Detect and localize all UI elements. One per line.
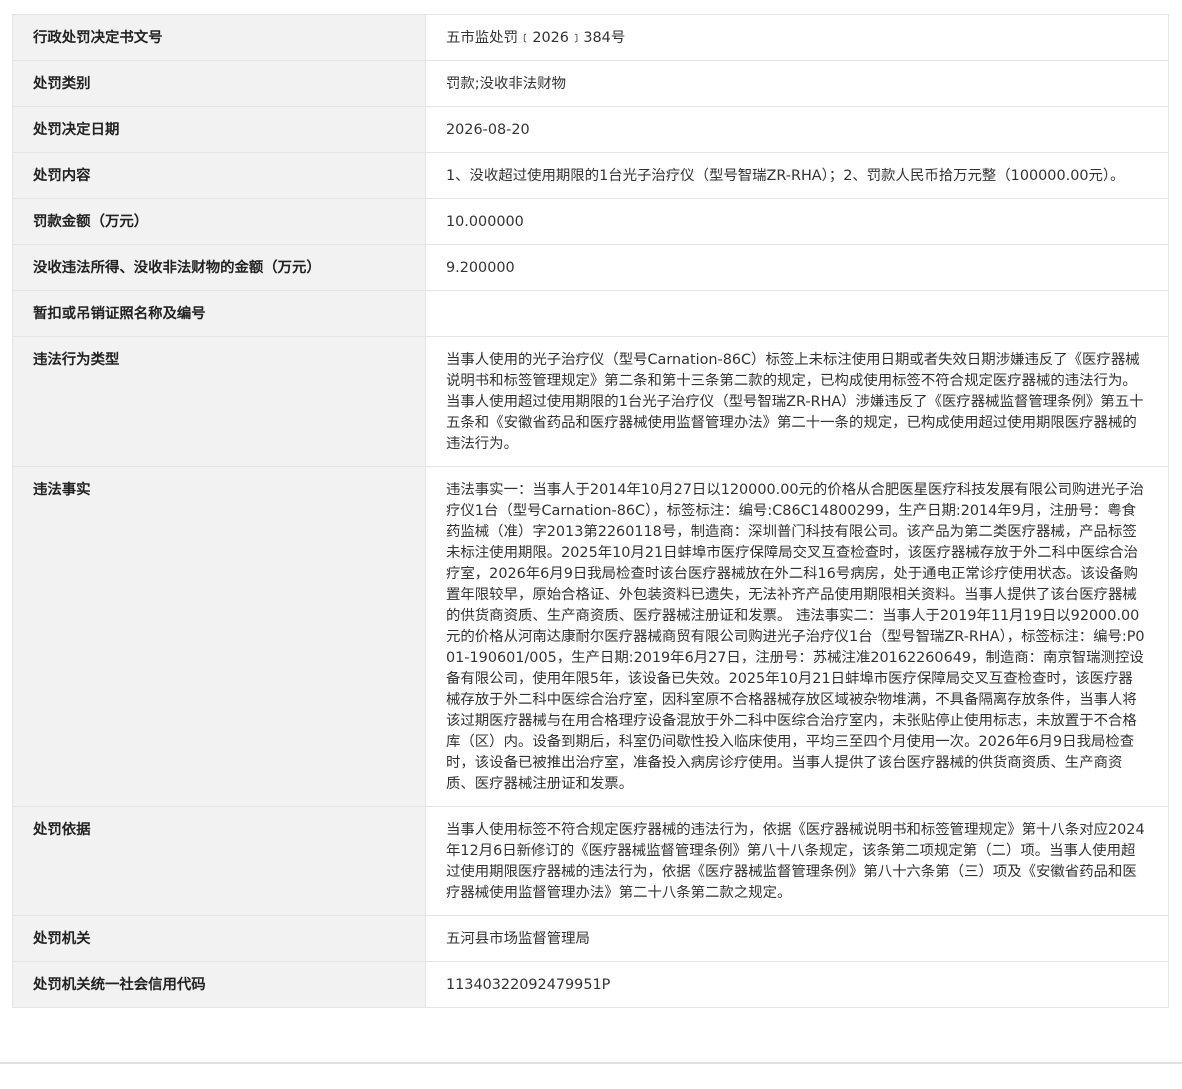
value-decision-number: 五市监处罚﹝2026﹞384号 bbox=[425, 14, 1169, 61]
value-authority-credit-code: 11340322092479951P bbox=[425, 961, 1169, 1008]
row-decision-date: 处罚决定日期 2026-08-20 bbox=[12, 106, 1169, 153]
label-fine-amount: 罚款金额（万元） bbox=[12, 198, 426, 245]
value-violation-facts: 违法事实一：当事人于2014年10月27日以120000.00元的价格从合肥医星… bbox=[425, 466, 1169, 807]
label-violation-type: 违法行为类型 bbox=[12, 336, 426, 467]
label-decision-date: 处罚决定日期 bbox=[12, 106, 426, 153]
row-penalty-content: 处罚内容 1、没收超过使用期限的1台光子治疗仪（型号智瑞ZR-RHA）；2、罚款… bbox=[12, 152, 1169, 199]
value-violation-type: 当事人使用的光子治疗仪（型号Carnation-86C）标签上未标注使用日期或者… bbox=[425, 336, 1169, 467]
row-fine-amount: 罚款金额（万元） 10.000000 bbox=[12, 198, 1169, 245]
value-penalty-content: 1、没收超过使用期限的1台光子治疗仪（型号智瑞ZR-RHA）；2、罚款人民币拾万… bbox=[425, 152, 1169, 199]
value-penalty-category: 罚款;没收非法财物 bbox=[425, 60, 1169, 107]
label-penalty-basis: 处罚依据 bbox=[12, 806, 426, 916]
label-penalty-category: 处罚类别 bbox=[12, 60, 426, 107]
row-penalty-category: 处罚类别 罚款;没收非法财物 bbox=[12, 60, 1169, 107]
row-decision-number: 行政处罚决定书文号 五市监处罚﹝2026﹞384号 bbox=[12, 14, 1169, 61]
row-violation-type: 违法行为类型 当事人使用的光子治疗仪（型号Carnation-86C）标签上未标… bbox=[12, 336, 1169, 467]
label-violation-facts: 违法事实 bbox=[12, 466, 426, 807]
row-violation-facts: 违法事实 违法事实一：当事人于2014年10月27日以120000.00元的价格… bbox=[12, 466, 1169, 807]
label-confiscation-amount: 没收违法所得、没收非法财物的金额（万元） bbox=[12, 244, 426, 291]
label-license-revocation: 暂扣或吊销证照名称及编号 bbox=[12, 290, 426, 337]
row-authority-credit-code: 处罚机关统一社会信用代码 11340322092479951P bbox=[12, 961, 1169, 1008]
label-penalty-authority: 处罚机关 bbox=[12, 915, 426, 962]
row-license-revocation: 暂扣或吊销证照名称及编号 bbox=[12, 290, 1169, 337]
row-confiscation-amount: 没收违法所得、没收非法财物的金额（万元） 9.200000 bbox=[12, 244, 1169, 291]
penalty-info-panel: 行政处罚决定书文号 五市监处罚﹝2026﹞384号 处罚类别 罚款;没收非法财物… bbox=[12, 14, 1169, 1008]
value-decision-date: 2026-08-20 bbox=[425, 106, 1169, 153]
label-penalty-content: 处罚内容 bbox=[12, 152, 426, 199]
label-decision-number: 行政处罚决定书文号 bbox=[12, 14, 426, 61]
value-fine-amount: 10.000000 bbox=[425, 198, 1169, 245]
row-penalty-authority: 处罚机关 五河县市场监督管理局 bbox=[12, 915, 1169, 962]
value-penalty-authority: 五河县市场监督管理局 bbox=[425, 915, 1169, 962]
value-confiscation-amount: 9.200000 bbox=[425, 244, 1169, 291]
bottom-divider bbox=[0, 1062, 1182, 1064]
value-license-revocation bbox=[425, 290, 1169, 337]
row-penalty-basis: 处罚依据 当事人使用标签不符合规定医疗器械的违法行为，依据《医疗器械说明书和标签… bbox=[12, 806, 1169, 916]
penalty-info-table: 行政处罚决定书文号 五市监处罚﹝2026﹞384号 处罚类别 罚款;没收非法财物… bbox=[12, 14, 1169, 1008]
value-penalty-basis: 当事人使用标签不符合规定医疗器械的违法行为，依据《医疗器械说明书和标签管理规定》… bbox=[425, 806, 1169, 916]
label-authority-credit-code: 处罚机关统一社会信用代码 bbox=[12, 961, 426, 1008]
